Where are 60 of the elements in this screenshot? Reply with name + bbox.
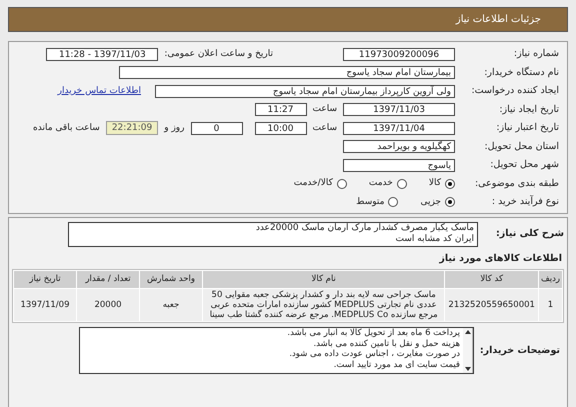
contact-link[interactable]: اطلاعات تماس خریدار: [58, 84, 141, 98]
column-header: تعداد / مقدار: [77, 270, 139, 288]
column-header: ردیف: [538, 270, 562, 288]
field-label: طبقه بندی موضوعی:: [474, 176, 559, 191]
field-label: روز و: [164, 122, 184, 134]
table-cell: 1: [538, 288, 562, 321]
radio-label[interactable]: کالا: [428, 177, 441, 190]
field-label: شماره نیاز:: [512, 47, 559, 62]
notes-line: قیمت سایت ای مد مورد تایید است.: [332, 360, 460, 370]
field-label: نام دستگاه خریدار:: [483, 66, 559, 80]
radio-button[interactable]: [445, 178, 455, 189]
scroll-up-icon[interactable]: [464, 330, 470, 334]
field-value: 11:27: [254, 103, 306, 116]
field-label: ساعت: [312, 103, 337, 116]
field-value: بیمارستان امام سجاد یاسوج: [119, 66, 455, 80]
field-value: 11973009200096: [343, 48, 455, 61]
notes-line: پرداخت 6 ماه بعد از تحویل کالا به انبار می باشد.: [286, 328, 460, 339]
table-cell: ماسک جراحی سه لایه بند دار و کشدار پزشکی جعبه مقوایی 50 عددی نام تجارتی MEDPLUS کشور سازنده امارات متحده عربی مرجع سازنده MEDPLUS Co. مرجع عرضه کننده گشتا طب سینا: [203, 288, 444, 321]
field-label: توضیحات خریدار:: [480, 344, 560, 358]
radio-button[interactable]: [336, 178, 347, 189]
radio-label[interactable]: کالا/خدمت: [294, 177, 333, 190]
remaining-time: 22:21:09: [106, 121, 158, 136]
table-cell: 1397/11/09: [14, 288, 76, 321]
field-value: 1397/11/03: [343, 103, 455, 116]
field-label: شهر محل تحویل:: [489, 158, 559, 172]
field-label: تاریخ و ساعت اعلان عمومی:: [164, 48, 273, 60]
column-header: واحد شمارش: [140, 270, 202, 288]
scroll-down-icon[interactable]: [464, 367, 470, 372]
radio-button[interactable]: [388, 197, 398, 208]
field-label: تاریخ اعتبار نیاز:: [495, 121, 559, 136]
field-value: یاسوج: [343, 158, 455, 172]
column-header: کد کالا: [445, 270, 538, 288]
radio-button[interactable]: [396, 178, 407, 189]
column-header: نام کالا: [203, 270, 444, 288]
field-value: 10:00: [254, 122, 306, 135]
field-label: ایجاد کننده درخواست:: [470, 84, 559, 98]
field-label: نوع فرآیند خرید :: [490, 195, 559, 210]
field-label: ساعت: [312, 122, 337, 134]
radio-label[interactable]: جزیی: [420, 196, 441, 209]
field-label: ساعت باقی مانده: [33, 122, 100, 134]
field-value: ولی آروین کارپرداز بیمارستان امام سجاد یاسوج: [155, 84, 455, 98]
radio-button[interactable]: [445, 197, 455, 208]
radio-label[interactable]: خدمت: [368, 177, 393, 190]
page-title: جزئیات اطلاعات نیاز: [456, 13, 541, 27]
field-value: 1397/11/04: [343, 122, 455, 135]
description-field: ماسک یکبار مصرف کشدار مارک ارمان ماسک 20000عدد ایران کد مشابه است: [68, 222, 478, 246]
field-value: 0: [190, 122, 242, 135]
notes-line: در صورت مغایرت ، اجناس عودت داده می شود.: [288, 349, 460, 360]
table-cell: 2132520559650001: [445, 288, 538, 321]
table-cell: 20000: [77, 288, 139, 321]
notes-line: هزینه حمل و نقل با تامین کننده می باشد.: [312, 338, 460, 350]
field-value: کهگیلویه و بویراحمد: [343, 140, 455, 154]
column-header: تاریخ نیاز: [14, 270, 76, 288]
table-cell: جعبه: [140, 288, 202, 321]
section-title: اطلاعات کالاهای مورد نیاز: [438, 252, 562, 266]
field-label: شرح کلی نیاز:: [494, 226, 564, 241]
field-label: استان محل تحویل:: [483, 140, 559, 154]
field-value: 1397/11/03 - 11:28: [46, 48, 158, 61]
radio-label[interactable]: متوسط: [356, 196, 384, 209]
field-label: تاریخ ایجاد نیاز:: [498, 102, 559, 117]
